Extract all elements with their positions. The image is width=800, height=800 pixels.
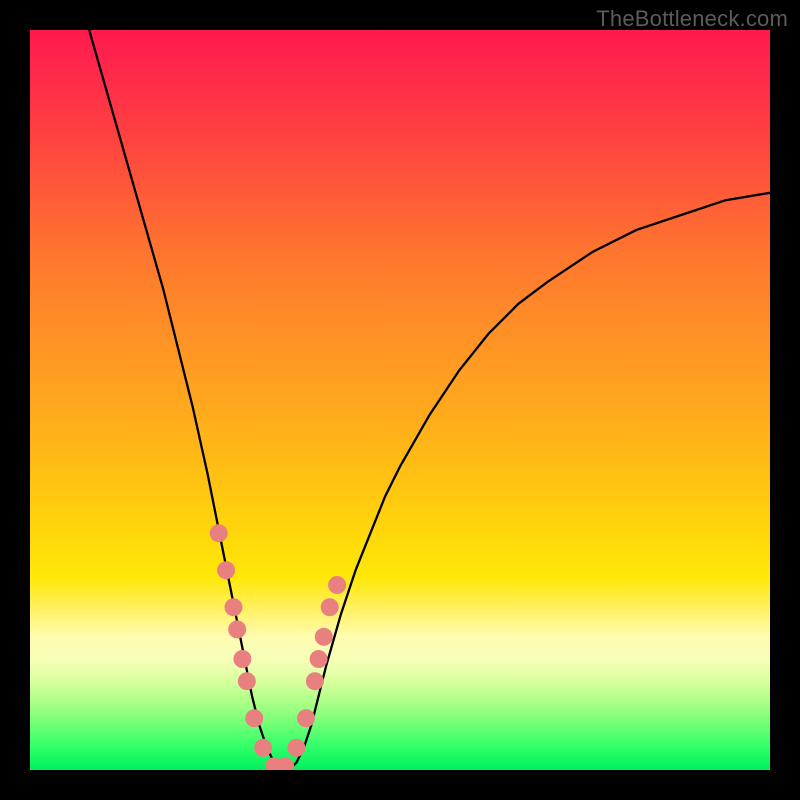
chart-svg	[30, 30, 770, 770]
plot-area	[30, 30, 770, 770]
bottleneck-curve	[89, 30, 770, 770]
curve-marker	[225, 598, 243, 616]
curve-marker	[238, 672, 256, 690]
curve-marker	[297, 709, 315, 727]
curve-marker	[245, 709, 263, 727]
watermark-text: TheBottleneck.com	[596, 6, 788, 32]
curve-marker	[287, 739, 305, 757]
curve-marker	[233, 650, 251, 668]
curve-marker	[254, 739, 272, 757]
curve-marker	[321, 598, 339, 616]
chart-frame: TheBottleneck.com	[0, 0, 800, 800]
curve-marker-group	[210, 524, 346, 770]
curve-marker	[217, 561, 235, 579]
curve-marker	[228, 620, 246, 638]
curve-marker	[306, 672, 324, 690]
curve-marker	[315, 628, 333, 646]
curve-marker	[328, 576, 346, 594]
curve-marker	[210, 524, 228, 542]
curve-marker	[310, 650, 328, 668]
